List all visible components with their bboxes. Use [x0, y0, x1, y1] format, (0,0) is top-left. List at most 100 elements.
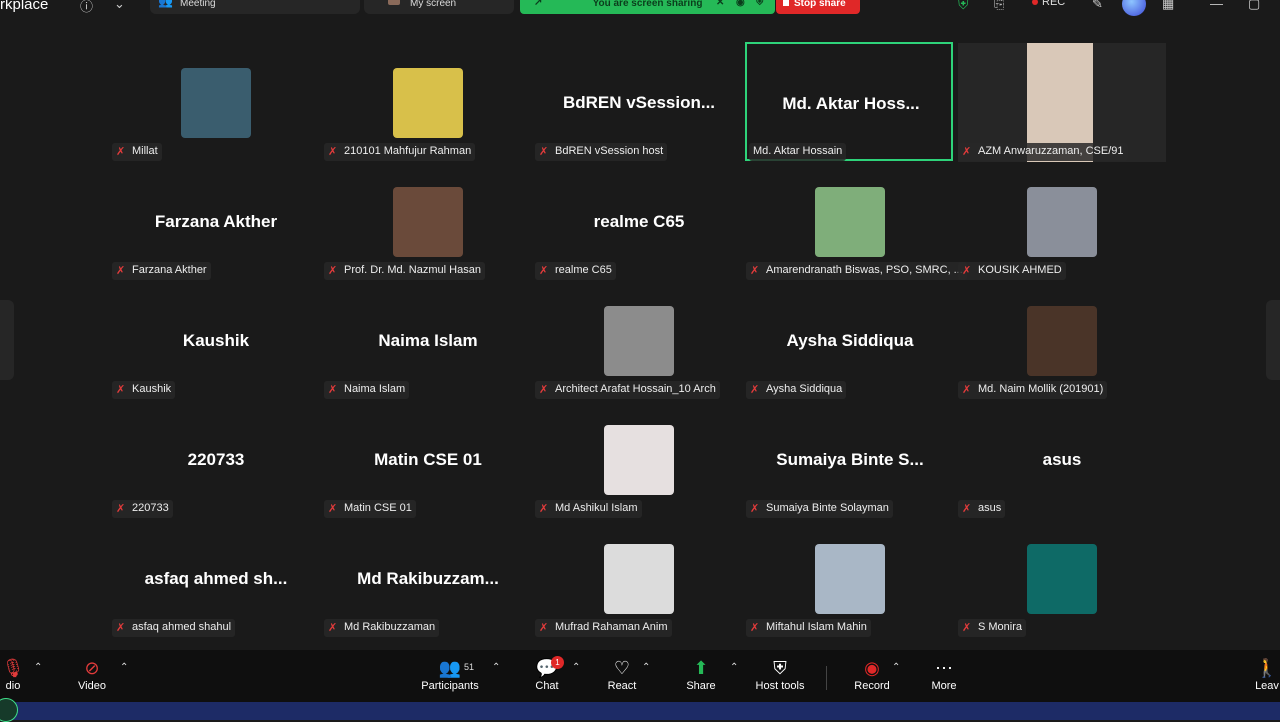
participant-tile[interactable]: Sumaiya Binte S... ✗ Sumaiya Binte Solayma… [746, 400, 954, 519]
share-caret-icon[interactable]: ⌃ [730, 662, 738, 673]
participant-name-text: Naima Islam [344, 383, 406, 395]
screen-sharing-banner[interactable]: ↗ You are screen sharing ✕ ◉ ⛨ [520, 0, 775, 14]
host-tools-button[interactable]: ⛨ Host tools [752, 656, 808, 692]
participant-tile[interactable]: Matin CSE 01 ✗ Matin CSE 01 [324, 400, 532, 519]
participant-tile[interactable]: ✗ Md. Naim Mollik (201901) [958, 281, 1166, 400]
participant-name-label: ✗ Architect Arafat Hossain_10 Arch [535, 381, 720, 399]
participant-tile[interactable]: asus ✗ asus [958, 400, 1166, 519]
participants-label: Participants [421, 680, 479, 692]
title-bar: rkplace ⓘ ⌄ 👥 Meeting My screen ↗ You ar… [0, 0, 1280, 22]
tab-my-screen[interactable]: My screen [364, 0, 514, 14]
participant-name-text: Md. Aktar Hossain [753, 145, 843, 157]
participant-avatar [393, 187, 463, 257]
stop-share-button[interactable]: Stop share [776, 0, 860, 14]
participant-tile[interactable]: Naima Islam ✗ Naima Islam [324, 281, 532, 400]
participant-name-label: ✗ KOUSIK AHMED [958, 262, 1066, 280]
mic-muted-icon: ✗ [116, 265, 126, 277]
pen-icon[interactable]: ✎ [1092, 0, 1103, 12]
info-icon[interactable]: ⓘ [80, 0, 93, 15]
share-label: Share [686, 680, 716, 692]
participant-name-label: ✗ 220733 [112, 500, 173, 518]
participant-name-text: Architect Arafat Hossain_10 Arch [555, 383, 716, 395]
mic-muted-icon: ✗ [328, 384, 338, 396]
participant-name-label: ✗ realme C65 [535, 262, 616, 280]
participant-name-label: ✗ AZM Anwaruzzaman, CSE/91 [958, 143, 1128, 161]
participants-caret-icon[interactable]: ⌃ [492, 662, 500, 673]
recording-indicator[interactable]: REC [1032, 0, 1065, 8]
participant-avatar [1027, 306, 1097, 376]
audio-options-caret-icon[interactable]: ⌃ [34, 662, 42, 673]
participant-tile[interactable]: ✗ S Monira [958, 519, 1166, 638]
participant-name-label: ✗ Matin CSE 01 [324, 500, 416, 518]
participant-tile[interactable]: Md Rakibuzzam... ✗ Md Rakibuzzaman [324, 519, 532, 638]
chat-label: Chat [535, 680, 559, 692]
participant-name-text: asus [978, 502, 1002, 514]
participant-avatar [393, 68, 463, 138]
participant-tile[interactable]: ✗ Miftahul Islam Mahin [746, 519, 954, 638]
participant-tile[interactable]: Md. Aktar Hoss... Md. Aktar Hossain [745, 42, 953, 161]
encryption-shield-icon[interactable]: ⛨ [958, 0, 969, 13]
audio-button[interactable]: 🎙 dio [0, 656, 26, 692]
ai-companion-icon[interactable] [1122, 0, 1146, 16]
mic-muted-icon: ✗ [539, 503, 549, 515]
mic-muted-icon: ✗ [116, 622, 126, 634]
participant-name-text: 220733 [132, 502, 169, 514]
screen-thumbnail-icon [388, 0, 400, 5]
react-button[interactable]: ♡ React [604, 656, 640, 692]
participant-tile[interactable]: Kaushik ✗ Kaushik [112, 281, 320, 400]
participant-name-text: realme C65 [555, 264, 612, 276]
mic-muted-icon: ✗ [962, 384, 972, 396]
video-options-caret-icon[interactable]: ⌃ [120, 662, 128, 673]
participant-tile[interactable]: ✗ Architect Arafat Hossain_10 Arch [535, 281, 743, 400]
participant-tile[interactable]: 220733 ✗ 220733 [112, 400, 320, 519]
more-button[interactable]: ⋯ More [926, 656, 962, 692]
participant-tile[interactable]: asfaq ahmed sh... ✗ asfaq ahmed shahul [112, 519, 320, 638]
participant-tile[interactable]: ✗ Prof. Dr. Md. Nazmul Hasan [324, 162, 532, 281]
participant-tile[interactable]: realme C65 ✗ realme C65 [535, 162, 743, 281]
react-caret-icon[interactable]: ⌃ [642, 662, 650, 673]
participant-tile[interactable]: ✗ Amarendranath Biswas, PSO, SMRC, ... [746, 162, 967, 281]
mic-muted-icon: ✗ [962, 265, 972, 277]
participant-avatar [815, 544, 885, 614]
shield-icon: ⛨ [756, 0, 764, 8]
participant-tile[interactable]: ✗ Millat [112, 43, 320, 162]
participant-tile[interactable]: ✗ 210101 Mahfujur Rahman [324, 43, 532, 162]
participant-tile[interactable]: ✗ AZM Anwaruzzaman, CSE/91 [958, 43, 1166, 162]
grid-view-icon[interactable]: ▦ [1162, 0, 1174, 12]
mic-muted-icon[interactable]: ✕ [716, 0, 724, 8]
maximize-icon[interactable]: ▢ [1248, 0, 1260, 12]
participant-tile[interactable]: ✗ KOUSIK AHMED [958, 162, 1166, 281]
participant-tile[interactable]: ✗ Md Ashikul Islam [535, 400, 743, 519]
record-button[interactable]: ◉ Record [852, 656, 892, 692]
leave-button[interactable]: 🚶 Leav [1254, 656, 1280, 692]
participant-tile[interactable]: BdREN vSession... ✗ BdREN vSession host [535, 43, 743, 162]
video-button[interactable]: ⊘ Video [72, 656, 112, 692]
participant-tile[interactable]: ✗ Mufrad Rahaman Anim [535, 519, 743, 638]
tab-meeting[interactable]: 👥 Meeting [150, 0, 360, 14]
participant-tile[interactable]: Aysha Siddiqua ✗ Aysha Siddiqua [746, 281, 954, 400]
mic-muted-icon: ✗ [328, 622, 338, 634]
chevron-down-icon[interactable]: ⌄ [114, 0, 125, 12]
participant-name-label: ✗ Millat [112, 143, 162, 161]
participant-avatar [1027, 544, 1097, 614]
mic-muted-icon: ✗ [750, 265, 760, 277]
minimize-icon[interactable]: — [1210, 0, 1223, 11]
participants-count: 51 [464, 662, 475, 672]
mic-muted-icon: 🎙 [1, 658, 25, 678]
prev-page-handle[interactable] [0, 300, 14, 380]
mic-muted-icon: ✗ [962, 146, 972, 158]
chat-caret-icon[interactable]: ⌃ [572, 662, 580, 673]
video-label: Video [78, 680, 106, 692]
record-caret-icon[interactable]: ⌃ [892, 662, 900, 673]
participant-tile[interactable]: Farzana Akther ✗ Farzana Akther [112, 162, 320, 281]
mic-muted-icon: ✗ [328, 265, 338, 277]
captions-icon[interactable]: ⎘ [994, 0, 1004, 12]
mic-muted-icon: ✗ [539, 384, 549, 396]
mic-muted-icon: ✗ [539, 265, 549, 277]
share-button[interactable]: ⬆ Share [682, 656, 720, 692]
mic-muted-icon: ✗ [962, 503, 972, 515]
participant-name-text: Farzana Akther [132, 264, 207, 276]
status-icon[interactable] [0, 698, 18, 722]
participant-name-text: Md Ashikul Islam [555, 502, 638, 514]
next-page-handle[interactable] [1266, 300, 1280, 380]
